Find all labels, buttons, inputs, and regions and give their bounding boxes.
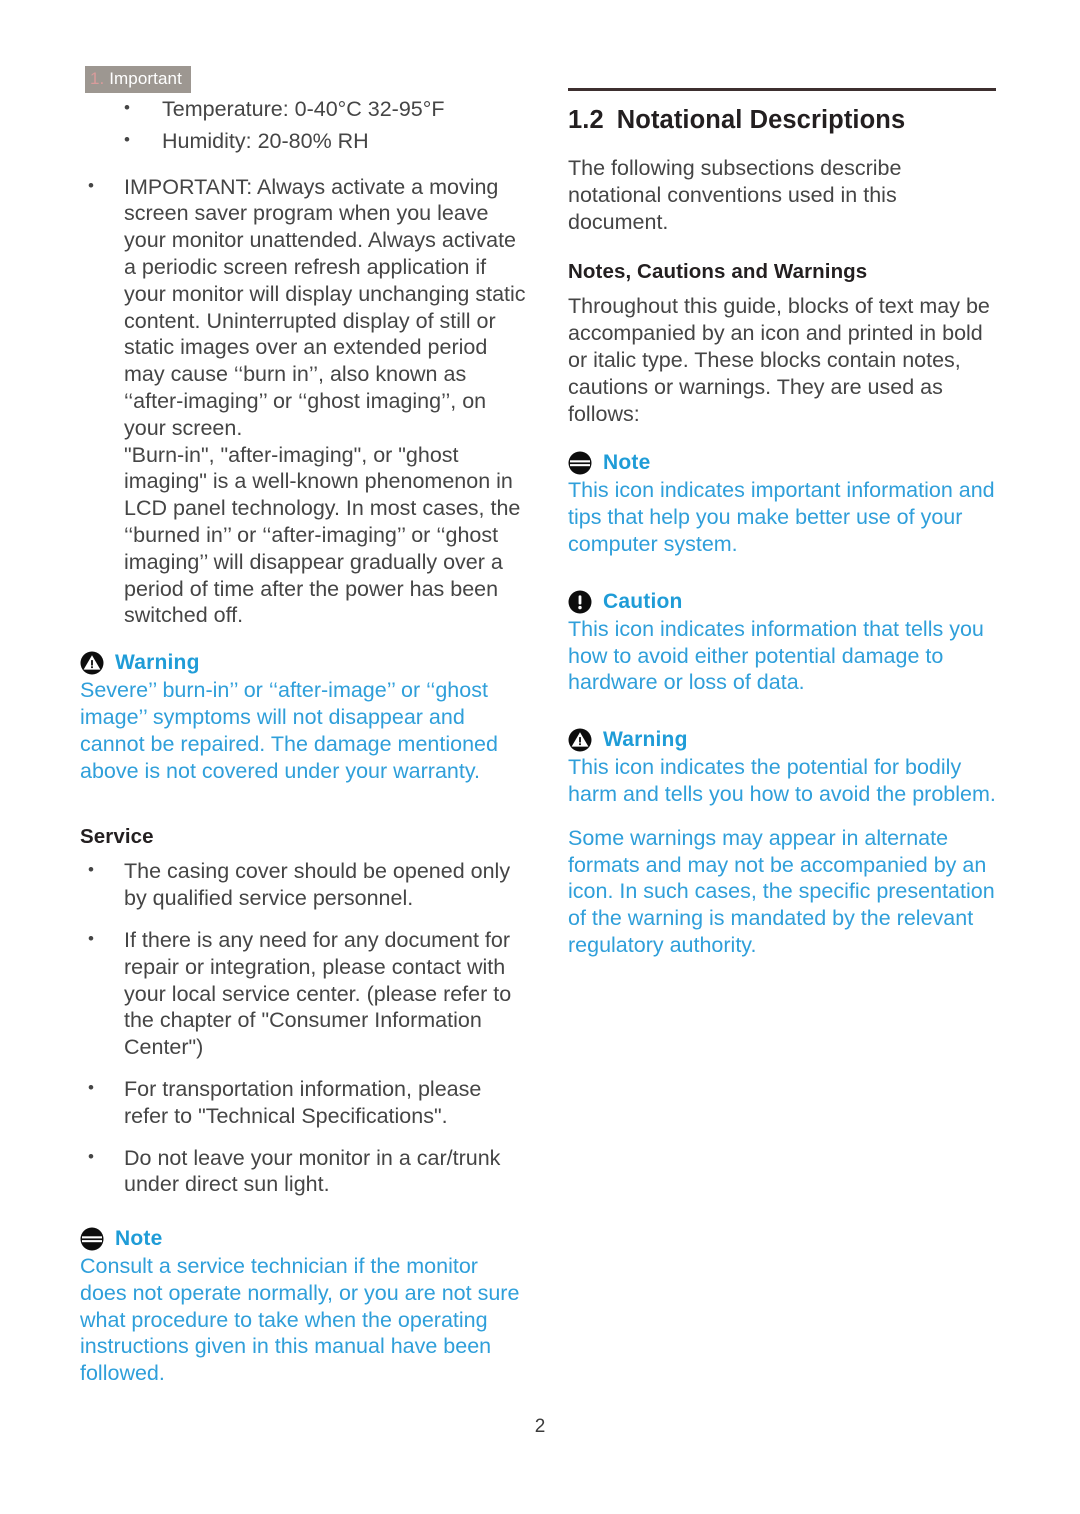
section-intro: The following subsections describe notat… [568, 156, 902, 234]
warning-triangle-icon [568, 728, 592, 752]
note-callout-header: Note [568, 451, 996, 475]
list-item: The casing cover should be opened only b… [80, 857, 528, 912]
caution-exclamation-icon [568, 590, 592, 614]
right-column: 1.2 Notational Descriptions The following… [568, 88, 996, 977]
note-callout-title: Note [115, 1227, 163, 1251]
running-header-number: 1. [90, 69, 105, 88]
note-callout: Note Consult a service technician if the… [80, 1227, 528, 1387]
note-callout-title: Note [603, 451, 651, 475]
warning-callout-title: Warning [115, 651, 200, 675]
list-item: Do not leave your monitor in a car/trunk… [80, 1144, 528, 1199]
warning-callout-title: Warning [603, 728, 688, 752]
caution-callout-header: Caution [568, 590, 996, 614]
warning-callout-body-secondary: Some warnings may appear in alternate fo… [568, 825, 995, 957]
section-title: Notational Descriptions [616, 106, 906, 134]
note-lines-icon [568, 451, 592, 475]
note-lines-icon [80, 1227, 104, 1251]
notes-cautions-warnings-intro: Throughout this guide, blocks of text ma… [568, 294, 990, 426]
list-item: If there is any need for any document fo… [80, 926, 528, 1061]
warning-triangle-icon [80, 651, 104, 675]
caution-callout: Caution This icon indicates information … [568, 590, 996, 696]
warning-callout: Warning This icon indicates the potentia… [568, 728, 996, 959]
warning-callout-header: Warning [568, 728, 996, 752]
section-number: 1.2 [568, 106, 604, 134]
notes-cautions-warnings-heading: Notes, Cautions and Warnings [568, 260, 868, 284]
page-title: 1.2 Notational Descriptions [568, 105, 996, 135]
service-heading: Service [80, 825, 154, 849]
note-callout: Note This icon indicates important infor… [568, 451, 996, 557]
caution-callout-body: This icon indicates information that tel… [568, 616, 984, 695]
note-callout-body: Consult a service technician if the moni… [80, 1254, 520, 1386]
running-header: 1. Important [85, 66, 191, 94]
burn-in-paragraph: "Burn-in", "after-imaging", or "ghost im… [124, 442, 521, 628]
section-rule [568, 88, 996, 91]
warning-callout: Warning Severe’’ burn-in’’ or ‘‘after-im… [80, 651, 528, 784]
document-page: 1. Important Temperature: 0-40°C 32-95°F… [0, 0, 1080, 1514]
list-item: IMPORTANT: Always activate a moving scre… [80, 173, 528, 442]
left-column: Temperature: 0-40°C 32-95°F Humidity: 20… [80, 95, 528, 1405]
page-number: 2 [534, 1416, 546, 1437]
list-item: For transportation information, please r… [80, 1075, 528, 1130]
environment-bullet-list: Temperature: 0-40°C 32-95°F Humidity: 20… [80, 95, 528, 155]
service-bullet-list: The casing cover should be opened only b… [80, 857, 528, 1199]
note-callout-body: This icon indicates important informatio… [568, 478, 995, 556]
warning-callout-body: Severe’’ burn-in’’ or ‘‘after-image’’ or… [80, 678, 498, 783]
running-header-title: Important [109, 69, 182, 88]
caution-callout-title: Caution [603, 589, 683, 613]
note-callout-header: Note [80, 1227, 528, 1251]
list-item: Humidity: 20-80% RH [80, 127, 528, 155]
warning-callout-body: This icon indicates the potential for bo… [568, 755, 996, 806]
important-bullet-list: IMPORTANT: Always activate a moving scre… [80, 173, 528, 442]
warning-callout-header: Warning [80, 651, 528, 675]
list-item: Temperature: 0-40°C 32-95°F [80, 95, 528, 123]
